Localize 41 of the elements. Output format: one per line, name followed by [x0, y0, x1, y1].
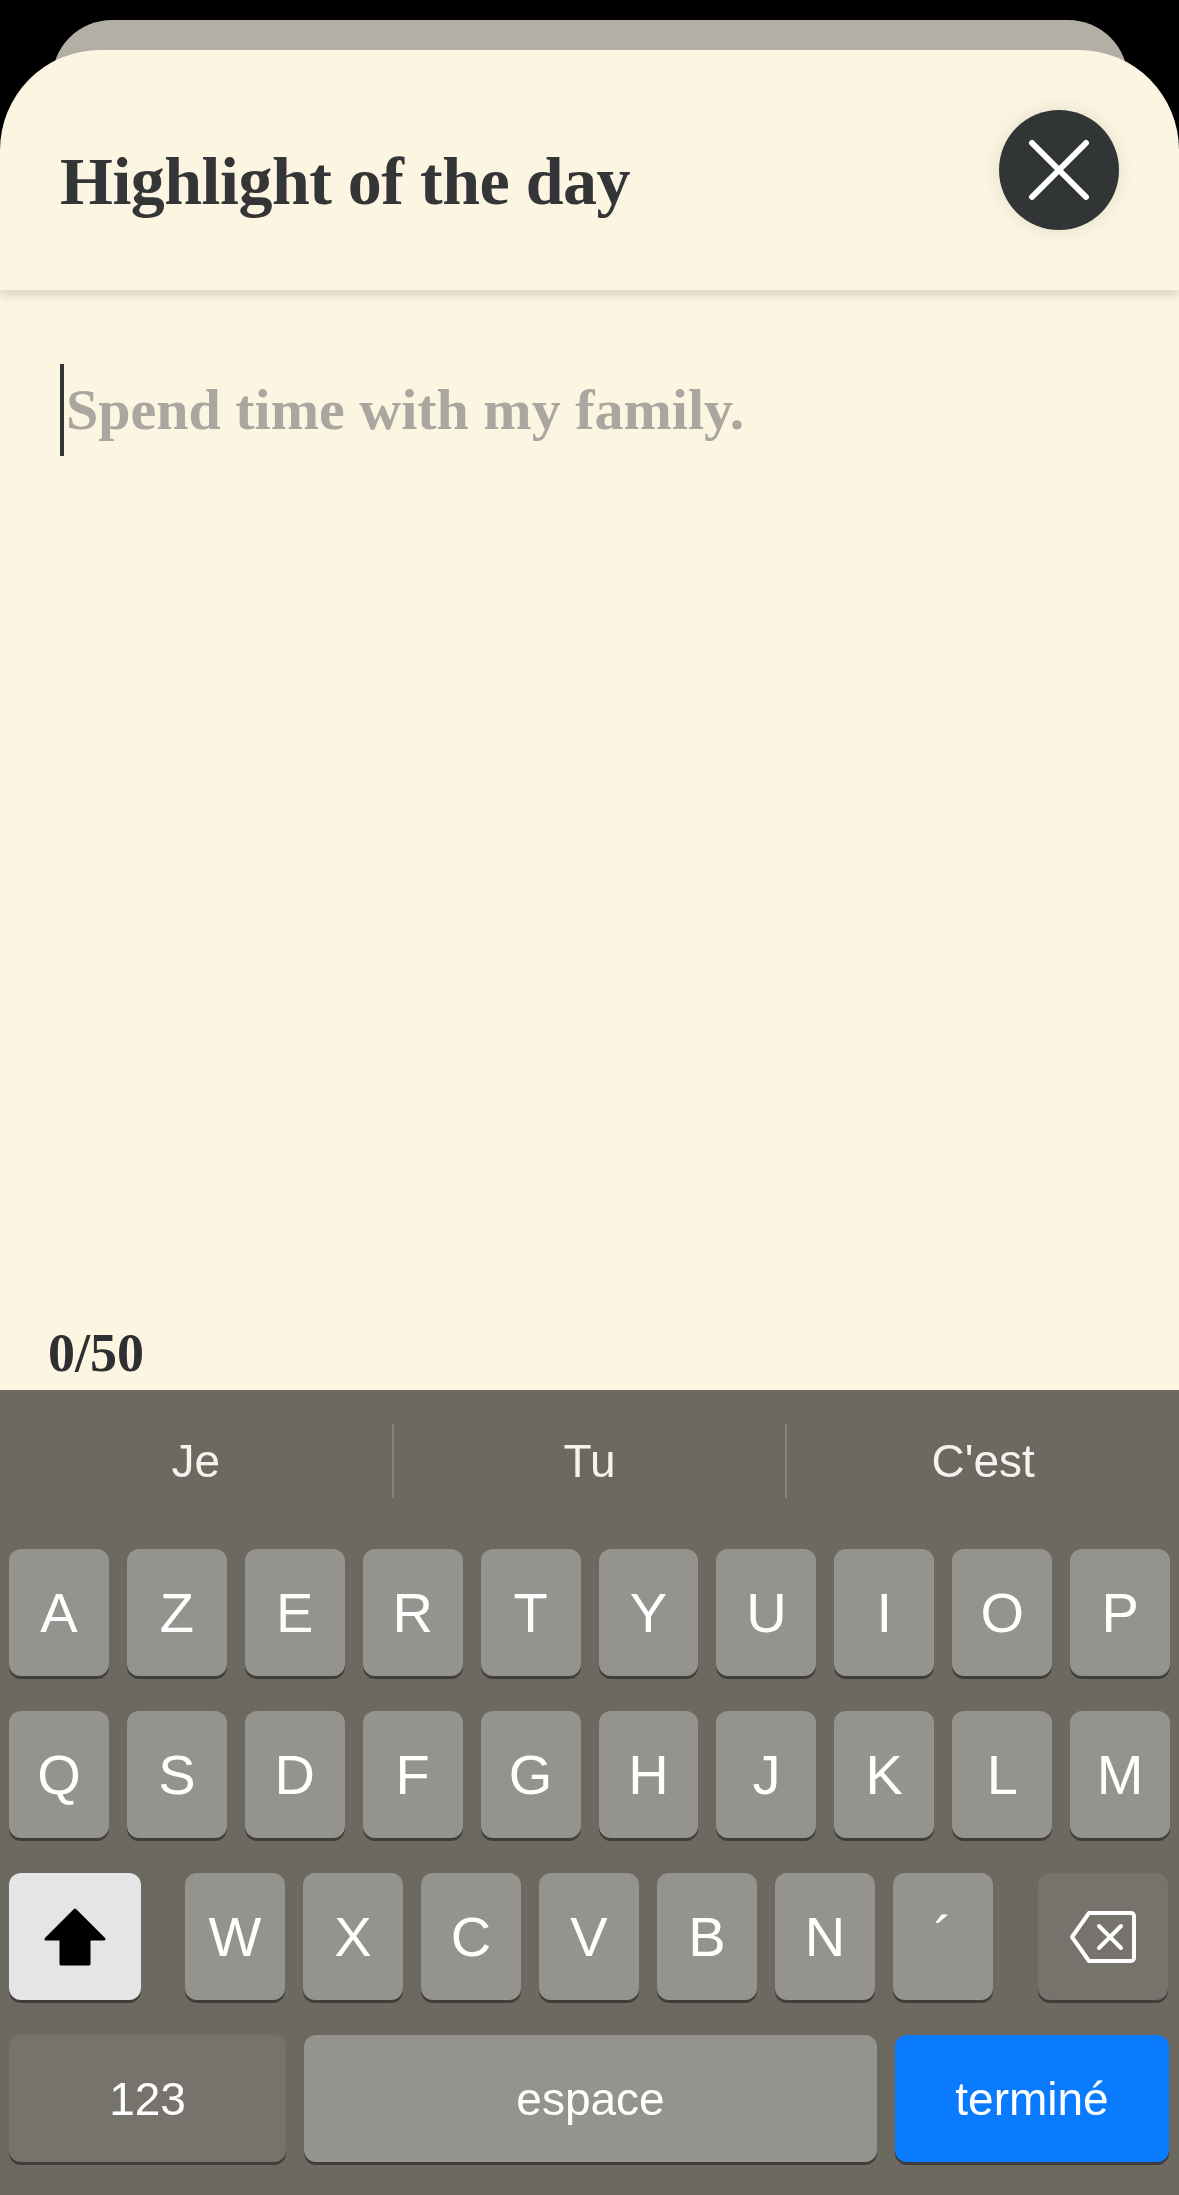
key[interactable]: M [1070, 1711, 1171, 1838]
shift-icon [44, 1907, 106, 1966]
key[interactable]: K [834, 1711, 935, 1838]
done-key[interactable]: terminé [895, 2035, 1169, 2162]
shift-key[interactable] [9, 1873, 141, 2000]
key[interactable]: J [716, 1711, 817, 1838]
key[interactable]: Q [9, 1711, 109, 1838]
key[interactable]: Y [598, 1549, 699, 1676]
space-key[interactable]: espace [304, 2035, 877, 2162]
key[interactable]: U [716, 1549, 817, 1676]
key[interactable]: N [775, 1873, 875, 2000]
key[interactable]: ´ [893, 1873, 993, 2000]
key[interactable]: A [9, 1549, 109, 1676]
key[interactable]: W [185, 1873, 285, 2000]
input-field[interactable]: Spend time with my family. [58, 360, 1058, 1322]
key[interactable]: O [952, 1549, 1053, 1676]
key[interactable]: D [244, 1711, 345, 1838]
key[interactable]: R [362, 1549, 463, 1676]
key[interactable]: Z [126, 1549, 227, 1676]
suggestion[interactable]: Tu [563, 1434, 616, 1488]
suggestion[interactable]: C'est [931, 1434, 1035, 1488]
numbers-key[interactable]: 123 [9, 2035, 286, 2162]
character-counter: 0/50 [48, 1322, 144, 1386]
key[interactable]: X [303, 1873, 403, 2000]
backspace-key[interactable] [1038, 1873, 1168, 2000]
key[interactable]: T [480, 1549, 581, 1676]
key[interactable]: S [126, 1711, 227, 1838]
key[interactable]: B [657, 1873, 757, 2000]
key[interactable]: G [480, 1711, 581, 1838]
backspace-icon [1069, 1909, 1137, 1964]
key[interactable]: C [421, 1873, 521, 2000]
sheet-title: Highlight of the day [60, 142, 630, 222]
key[interactable]: L [952, 1711, 1053, 1838]
key[interactable]: F [362, 1711, 463, 1838]
key[interactable]: I [834, 1549, 935, 1676]
key[interactable]: V [539, 1873, 639, 2000]
suggestion[interactable]: Je [171, 1434, 221, 1488]
key[interactable]: E [244, 1549, 345, 1676]
key[interactable]: P [1070, 1549, 1171, 1676]
close-icon [1028, 139, 1090, 201]
key[interactable]: H [598, 1711, 699, 1838]
